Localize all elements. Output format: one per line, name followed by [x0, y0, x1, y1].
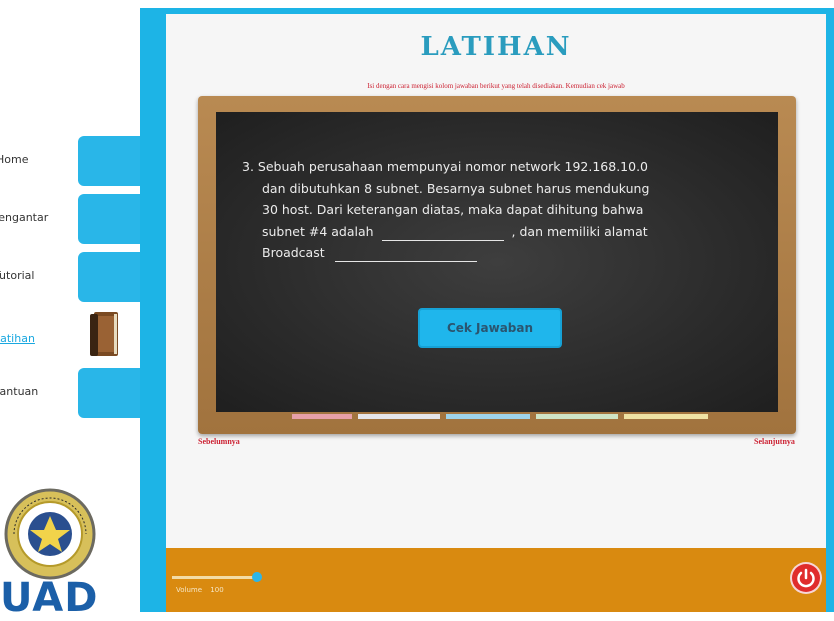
previous-link[interactable]: Sebelumnya	[198, 437, 240, 446]
nav-label-tutorial[interactable]: Tutorial	[0, 269, 34, 282]
question-line-4-suffix: , dan memiliki alamat	[511, 223, 648, 239]
book-icon	[90, 312, 118, 356]
chalkboard-frame: 3. Sebuah perusahaan mempunyai nomor net…	[198, 96, 796, 434]
nav-item-home[interactable]: Home	[0, 136, 146, 186]
page-title: LATIHAN	[420, 32, 572, 62]
nav-item-tutorial[interactable]: Tutorial	[0, 252, 146, 302]
volume-label: Volume 100	[176, 586, 224, 594]
nav-label-home[interactable]: Home	[0, 153, 28, 166]
volume-value: 100	[210, 586, 224, 594]
question-line-4-prefix: subnet #4 adalah	[262, 223, 374, 239]
chalk-pink	[292, 414, 352, 419]
power-button[interactable]	[792, 564, 820, 592]
subnet-answer-input[interactable]	[381, 223, 504, 241]
question-text: 3. Sebuah perusahaan mempunyai nomor net…	[242, 156, 742, 264]
university-seal-logo	[4, 488, 96, 580]
bottom-bar: Volume 100	[166, 548, 826, 612]
nav-tab-pengantar[interactable]	[78, 194, 146, 244]
question-line-3: 30 host. Dari keterangan diatas, maka da…	[262, 202, 644, 217]
power-icon	[797, 568, 815, 588]
nav-label-latihan[interactable]: Latihan	[0, 332, 35, 345]
check-answer-button[interactable]: Cek Jawaban	[418, 308, 562, 348]
nav-label-bantuan[interactable]: Bantuan	[0, 385, 38, 398]
question-line-1: 3. Sebuah perusahaan mempunyai nomor net…	[242, 159, 648, 174]
volume-slider-handle[interactable]	[252, 572, 262, 582]
question-line-4: subnet #4 adalah , dan memiliki alamat	[242, 221, 742, 243]
content-area: LATIHAN Isi dengan cara mengisi kolom ja…	[166, 14, 826, 548]
chalk-white	[358, 414, 440, 419]
chalk-blue	[446, 414, 530, 419]
broadcast-answer-input[interactable]	[334, 245, 477, 262]
instruction-text: Isi dengan cara mengisi kolom jawaban be…	[367, 82, 625, 90]
uad-logo-text: UAD	[0, 575, 99, 621]
nav-tab-tutorial[interactable]	[78, 252, 146, 302]
chalk-green	[536, 414, 618, 419]
nav-label-pengantar[interactable]: Pengantar	[0, 211, 48, 224]
question-line-5-prefix: Broadcast	[262, 245, 325, 260]
volume-label-text: Volume	[176, 586, 203, 594]
nav-item-pengantar[interactable]: Pengantar	[0, 194, 146, 244]
next-link[interactable]: Selanjutnya	[754, 437, 795, 446]
nav-tab-bantuan[interactable]	[78, 368, 146, 418]
question-line-5: Broadcast	[242, 242, 742, 264]
chalk-yellow	[624, 414, 708, 419]
question-line-2: dan dibutuhkan 8 subnet. Besarnya subnet…	[262, 180, 650, 196]
main-frame: LATIHAN Isi dengan cara mengisi kolom ja…	[140, 8, 834, 612]
nav-item-bantuan[interactable]: Bantuan	[0, 368, 146, 418]
chalkboard: 3. Sebuah perusahaan mempunyai nomor net…	[216, 112, 778, 419]
volume-slider-track[interactable]	[172, 576, 256, 579]
nav-tab-home[interactable]	[78, 136, 146, 186]
